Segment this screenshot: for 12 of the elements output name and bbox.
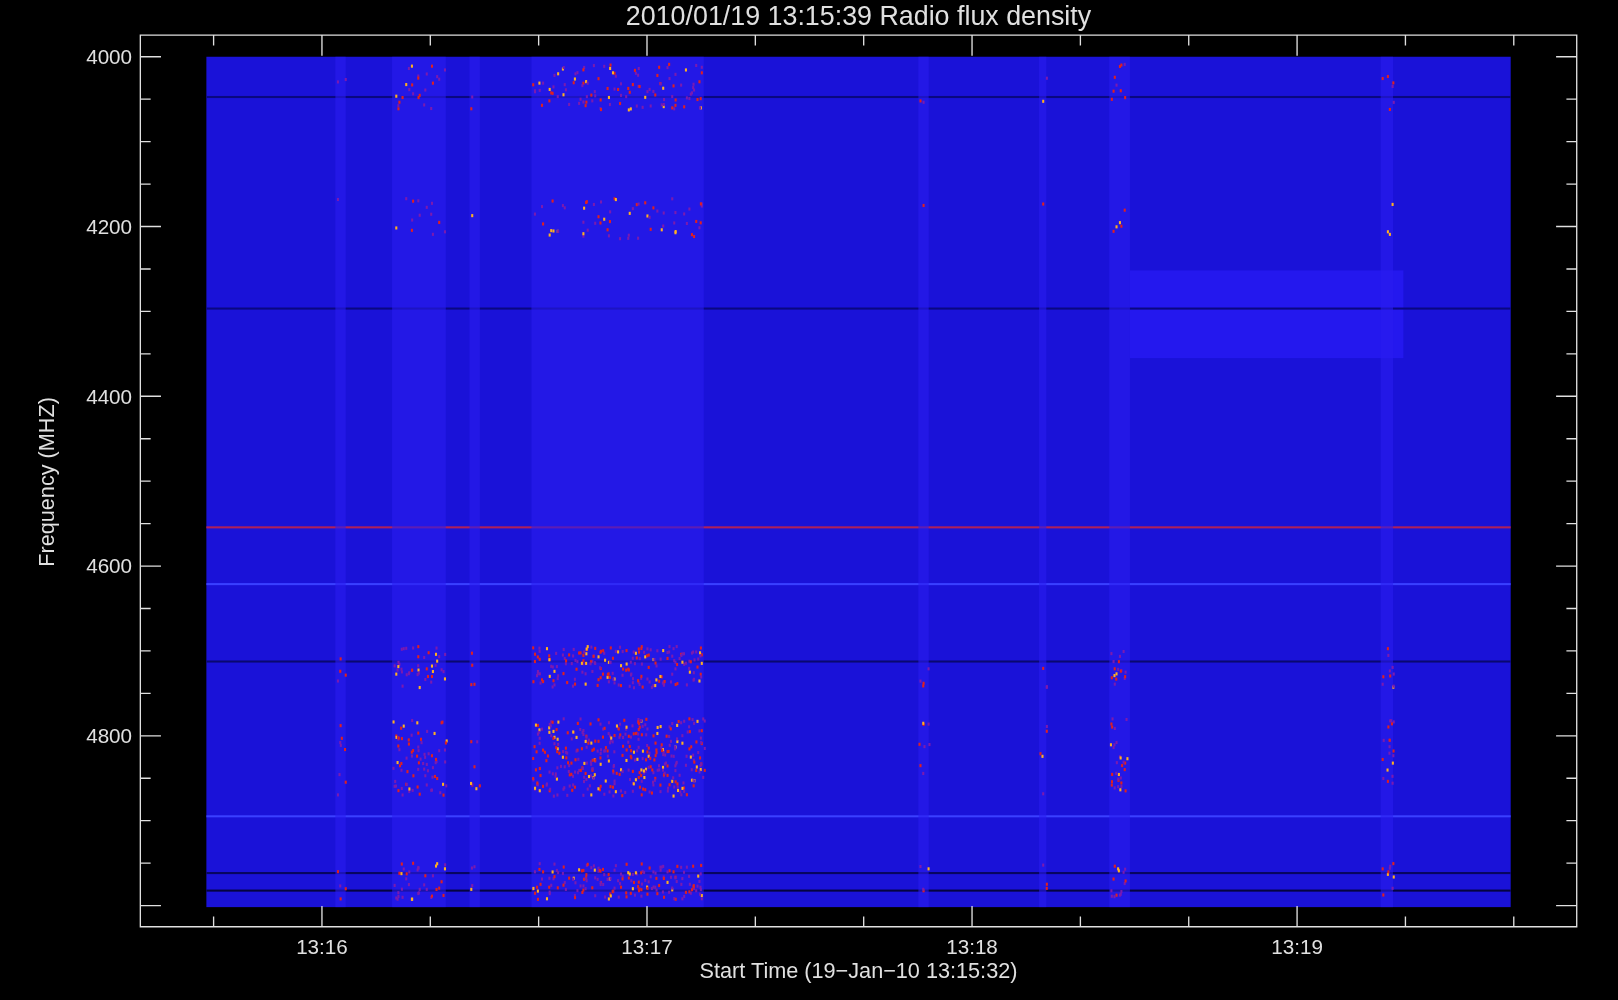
tick-label: 4000: [86, 45, 133, 68]
tick-label: 4600: [86, 554, 133, 578]
y-axis-label: Frequency (MHZ): [33, 397, 59, 567]
x-axis-label: Start Time (19−Jan−10 13:15:32): [699, 958, 1018, 984]
tick-label: 13:19: [1271, 934, 1323, 958]
tick-label: 13:18: [946, 934, 998, 958]
tick-label: 13:17: [621, 934, 673, 958]
tick-label: 4800: [86, 724, 133, 748]
tick-label: 4400: [86, 384, 133, 408]
chart-title: 2010/01/19 13:15:39 Radio flux density: [625, 0, 1092, 31]
tick-label: 13:16: [296, 934, 348, 958]
tick-label: 4200: [86, 214, 133, 238]
